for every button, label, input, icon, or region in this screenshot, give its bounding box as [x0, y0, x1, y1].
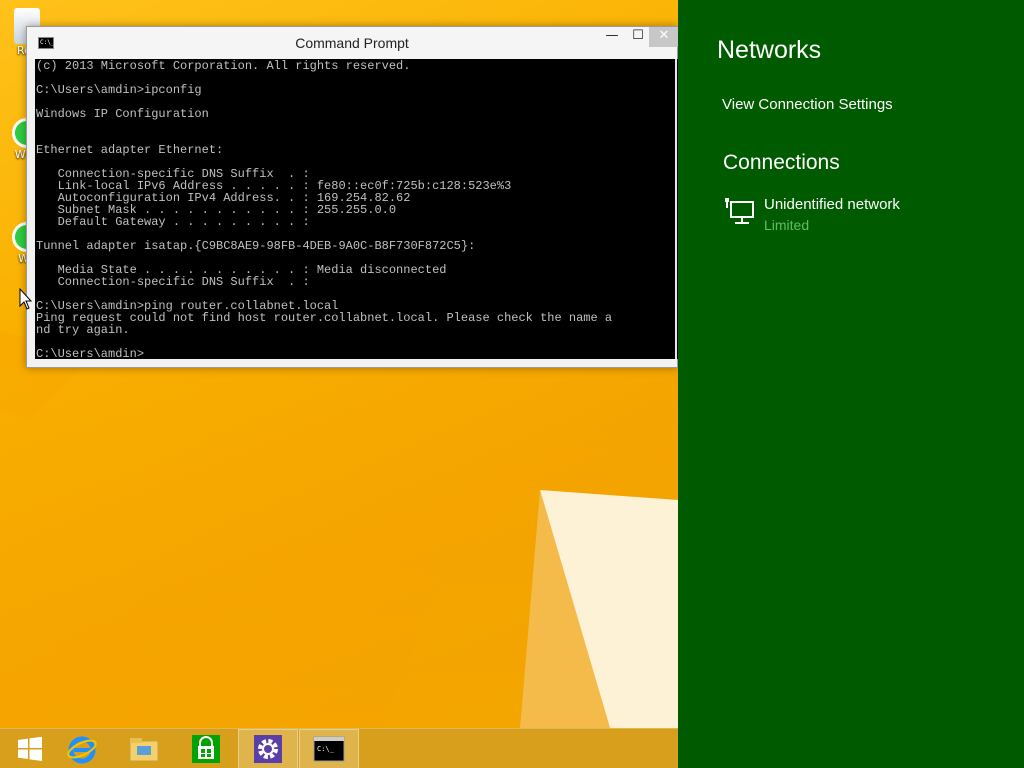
networks-panel: Networks View Connection Settings Connec… [678, 0, 1024, 768]
console-output: (c) 2013 Microsoft Corporation. All righ… [36, 59, 613, 359]
network-item-unidentified[interactable]: Unidentified network Limited [724, 196, 1004, 238]
command-prompt-window[interactable]: C:\_ Command Prompt — ☐ ✕ (c) 2013 Micro… [26, 26, 679, 368]
taskbar: C:\_ [0, 728, 678, 768]
windows-logo-icon [18, 736, 42, 761]
panel-title: Networks [717, 36, 822, 64]
gear-icon [254, 735, 282, 763]
taskbar-internet-explorer[interactable] [52, 729, 112, 768]
start-button[interactable] [0, 729, 60, 768]
folder-icon [129, 738, 159, 762]
taskbar-file-explorer[interactable] [114, 729, 174, 768]
ie-icon [67, 736, 97, 764]
taskbar-store[interactable] [176, 729, 236, 768]
close-button[interactable]: ✕ [649, 27, 679, 47]
taskbar-settings[interactable] [238, 729, 298, 768]
view-connection-settings-link[interactable]: View Connection Settings [722, 96, 893, 113]
console-scrollbar[interactable] [675, 59, 677, 359]
window-title: Command Prompt [295, 35, 409, 51]
cmd-icon: C:\_ [313, 736, 345, 762]
cmd-titlebar[interactable]: C:\_ Command Prompt — ☐ ✕ [27, 27, 679, 59]
minimize-button[interactable]: — [598, 27, 626, 47]
console-area[interactable]: (c) 2013 Microsoft Corporation. All righ… [35, 59, 678, 359]
connections-header: Connections [723, 151, 840, 174]
mouse-pointer-icon [19, 288, 33, 310]
network-status: Limited [764, 217, 810, 233]
maximize-button[interactable]: ☐ [624, 27, 652, 47]
taskbar-command-prompt[interactable]: C:\_ [299, 729, 359, 768]
network-name: Unidentified network [764, 196, 900, 213]
wired-network-icon [725, 198, 754, 224]
svg-text:C:\_: C:\_ [317, 745, 335, 753]
store-icon [192, 735, 220, 763]
